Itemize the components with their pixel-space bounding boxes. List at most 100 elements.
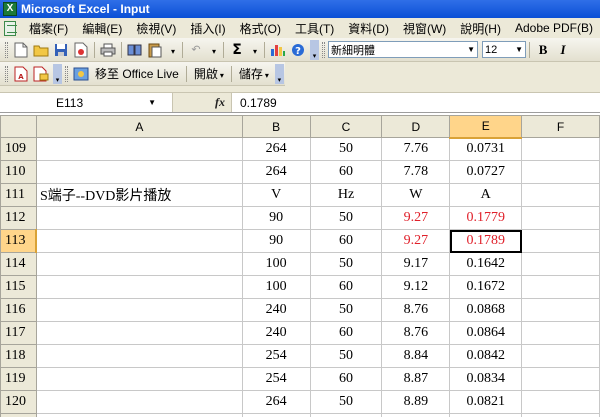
cell-f109[interactable] (521, 137, 600, 161)
undo-icon[interactable]: ↶ (187, 41, 205, 59)
cell-a109[interactable] (35, 137, 243, 161)
cell-e117[interactable]: 0.0864 (449, 321, 523, 345)
cell-a113[interactable] (35, 229, 243, 253)
paste-icon[interactable] (146, 41, 164, 59)
cell-b115[interactable]: 100 (241, 275, 311, 299)
cell-f117[interactable] (521, 321, 600, 345)
save-menu-button[interactable]: 儲存 ▾ (235, 65, 273, 82)
cell-f120[interactable] (521, 390, 600, 414)
cell-c120[interactable]: 50 (309, 390, 383, 414)
cell-a111[interactable]: S端子--DVD影片播放 (35, 183, 243, 207)
row-header[interactable]: 116 (0, 298, 37, 322)
go-to-office-live-button[interactable]: 移至 Office Live (91, 65, 183, 82)
cell-f114[interactable] (521, 252, 600, 276)
cell-f110[interactable] (521, 160, 600, 184)
cell-c110[interactable]: 60 (309, 160, 383, 184)
cell-c117[interactable]: 60 (309, 321, 383, 345)
cell-a114[interactable] (35, 252, 243, 276)
insert-function-icon[interactable]: fx (172, 93, 232, 112)
name-box[interactable]: E113 ▼ (0, 93, 172, 112)
cell-f116[interactable] (521, 298, 600, 322)
cell-b114[interactable]: 100 (241, 252, 311, 276)
row-header[interactable]: 121 (0, 413, 37, 417)
toolbar-grip[interactable] (5, 41, 8, 58)
cell-f115[interactable] (521, 275, 600, 299)
permission-icon[interactable] (72, 41, 90, 59)
select-all-corner[interactable] (0, 115, 37, 138)
row-header[interactable]: 113 (0, 229, 38, 253)
autosum-dropdown[interactable]: ▾ (247, 43, 261, 57)
cell-f119[interactable] (521, 367, 600, 391)
bold-button[interactable]: B (534, 41, 552, 59)
autosum-button[interactable]: Σ (228, 41, 246, 59)
menu-help[interactable]: 說明(H) (453, 20, 508, 37)
column-header-e[interactable]: E (449, 115, 523, 139)
cell-c119[interactable]: 60 (309, 367, 383, 391)
cell-b110[interactable]: 264 (241, 160, 311, 184)
menu-format[interactable]: 格式(O) (233, 20, 288, 37)
cell-d110[interactable]: 7.78 (381, 160, 451, 184)
cell-e121[interactable]: 0.0815 (449, 413, 523, 417)
excel-app-icon[interactable]: X (3, 2, 17, 16)
office-live-icon[interactable] (72, 65, 90, 83)
cell-d114[interactable]: 9.17 (381, 252, 451, 276)
cell-b118[interactable]: 254 (241, 344, 311, 368)
cell-b111[interactable]: V (241, 183, 311, 207)
cell-f113[interactable] (521, 229, 600, 253)
cell-b120[interactable]: 264 (241, 390, 311, 414)
font-size-select[interactable]: 12 ▼ (482, 41, 527, 58)
row-header[interactable]: 114 (0, 252, 37, 276)
row-header[interactable]: 111 (0, 183, 37, 207)
cell-c118[interactable]: 50 (309, 344, 383, 368)
chevron-down-icon[interactable]: ▼ (148, 98, 156, 107)
cell-e120[interactable]: 0.0821 (449, 390, 523, 414)
chart-wizard-icon[interactable] (269, 41, 287, 59)
column-header-d[interactable]: D (381, 115, 451, 138)
convert-to-pdf-icon[interactable]: A (12, 65, 30, 83)
undo-dropdown[interactable]: ▾ (206, 43, 220, 57)
row-header[interactable]: 118 (0, 344, 37, 368)
cell-b121[interactable]: 264 (241, 413, 311, 417)
pdf-email-icon[interactable] (32, 65, 50, 83)
italic-button[interactable]: I (554, 41, 572, 59)
cell-f121[interactable] (521, 413, 600, 417)
cell-d121[interactable]: 8.91 (381, 413, 451, 417)
toolbar-grip[interactable] (322, 41, 326, 58)
cell-c116[interactable]: 50 (309, 298, 383, 322)
toolbar-grip[interactable] (5, 65, 8, 82)
cell-e112[interactable]: 0.1779 (449, 206, 523, 230)
menu-insert[interactable]: 插入(I) (183, 20, 232, 37)
toolbar-options-icon[interactable]: ▾ (274, 63, 284, 84)
cell-e111[interactable]: A (449, 183, 523, 207)
cell-d117[interactable]: 8.76 (381, 321, 451, 345)
cell-e118[interactable]: 0.0842 (449, 344, 523, 368)
cell-c111[interactable]: Hz (309, 183, 383, 207)
cell-b112[interactable]: 90 (241, 206, 311, 230)
cell-b116[interactable]: 240 (241, 298, 311, 322)
cell-c114[interactable]: 50 (309, 252, 383, 276)
research-icon[interactable] (126, 41, 144, 59)
row-header[interactable]: 110 (0, 160, 37, 184)
cell-d112[interactable]: 9.27 (381, 206, 451, 230)
cell-b119[interactable]: 254 (241, 367, 311, 391)
row-header[interactable]: 112 (0, 206, 37, 230)
cell-a119[interactable] (35, 367, 243, 391)
cell-d111[interactable]: W (381, 183, 451, 207)
menu-window[interactable]: 視窗(W) (396, 20, 453, 37)
toolbar-options-icon[interactable]: ▾ (310, 39, 320, 60)
formula-input[interactable]: 0.1789 (232, 96, 277, 110)
cell-b109[interactable]: 264 (241, 137, 311, 161)
cell-a121[interactable] (35, 413, 243, 417)
cell-b113[interactable]: 90 (241, 229, 311, 253)
menu-edit[interactable]: 編輯(E) (75, 20, 129, 37)
cell-e116[interactable]: 0.0868 (449, 298, 523, 322)
cell-e119[interactable]: 0.0834 (449, 367, 523, 391)
workbook-icon[interactable] (4, 20, 17, 36)
save-disk-icon[interactable] (52, 41, 70, 59)
new-file-icon[interactable] (12, 41, 30, 59)
menu-adobe-pdf[interactable]: Adobe PDF(B) (508, 21, 600, 35)
open-menu-button[interactable]: 開啟 ▾ (190, 65, 228, 82)
menu-data[interactable]: 資料(D) (341, 20, 396, 37)
menu-file[interactable]: 檔案(F) (22, 20, 75, 37)
cell-c113[interactable]: 60 (309, 229, 383, 253)
